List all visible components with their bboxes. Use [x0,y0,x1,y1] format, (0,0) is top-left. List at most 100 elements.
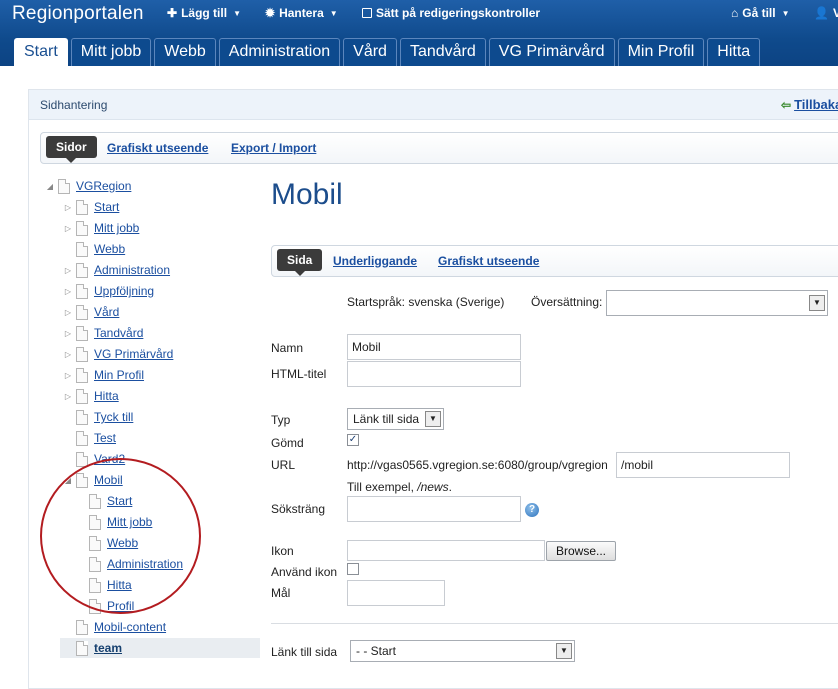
tree-node[interactable]: Webb [63,239,125,259]
page-icon [76,388,88,404]
checkmark-icon: ✓ [348,434,358,445]
page-icon [76,262,88,278]
edit-controls-toggle[interactable]: Sätt på redigeringskontroller [362,6,540,20]
translation-select[interactable]: ▼ [606,290,828,316]
start-language-label: Startspråk: svenska (Sverige) [347,295,505,309]
tree-node[interactable]: ▷ Min Profil [63,365,144,385]
collapsed-icon: ▷ [64,265,72,275]
tree-node-label[interactable]: VG Primärvård [94,347,173,361]
nav-tab-webb[interactable]: Webb [154,38,216,66]
nav-tab-min-profil[interactable]: Min Profil [617,38,705,66]
nav-tab-start[interactable]: Start [14,38,68,66]
tree-node-label[interactable]: Test [94,431,116,445]
target-field[interactable] [347,580,445,606]
tree-node-label[interactable]: Hitta [94,389,119,403]
tree-node-label[interactable]: Start [94,200,119,214]
chevron-down-icon: ▼ [329,8,338,18]
nav-tab-mitt-jobb[interactable]: Mitt jobb [70,38,152,66]
chevron-down-icon: ▼ [425,411,441,427]
use-icon-checkbox[interactable] [347,563,359,575]
manage-menu[interactable]: ✹ Hantera ▼ [265,6,338,20]
link-to-page-select[interactable]: - - Start ▼ [350,640,575,662]
tree-node-root[interactable]: ◢ VGRegion [45,176,131,196]
tree-node[interactable]: ▷ Mitt jobb [63,218,139,238]
use-icon-label: Använd ikon [271,565,338,579]
tree-node-label[interactable]: Uppföljning [94,284,154,298]
annotation-circle [40,458,201,614]
link-to-page-value: - - Start [356,644,397,658]
back-link[interactable]: ⇦ Tillbaka [781,97,838,112]
tree-node[interactable]: ▷ Start [63,197,119,217]
translation-label: Översättning: [531,295,603,309]
url-field[interactable] [616,452,790,478]
user-menu-label: V [832,6,838,20]
tab-underliggande[interactable]: Underliggande [333,254,417,268]
search-string-field[interactable] [347,496,521,522]
page-icon [76,199,88,215]
back-link-label: Tillbaka [794,97,838,112]
name-field[interactable] [347,334,521,360]
tree-node[interactable]: Mobil-content [63,617,166,637]
help-icon[interactable]: ? [525,503,539,517]
icon-file-field[interactable] [347,540,545,561]
tab-sida[interactable]: Sida [277,249,323,276]
tree-node[interactable]: ▷ Uppföljning [63,281,154,301]
tree-node-label[interactable]: Tyck till [94,410,133,424]
page-icon [76,619,88,635]
tree-node-label[interactable]: Administration [94,263,170,277]
user-menu[interactable]: 👤 V [814,6,838,20]
top-dock: Regionportalen ✚ Lägg till ▼ ✹ Hantera ▼… [0,0,838,66]
tree-node-label[interactable]: Webb [94,242,125,256]
nav-tab-hitta[interactable]: Hitta [707,38,761,66]
html-title-label: HTML-titel [271,367,327,381]
tree-node-label[interactable]: Tandvård [94,326,143,340]
icon-label: Ikon [271,544,294,558]
nav-tab-tandvard[interactable]: Tandvård [399,38,486,66]
tree-node[interactable]: ▷ Administration [63,260,170,280]
goto-menu[interactable]: ⌂ Gå till ▼ [731,6,790,20]
collapsed-icon: ▷ [64,307,72,317]
type-select[interactable]: Länk till sida ▼ [347,408,444,430]
link-to-page-label: Länk till sida [271,645,338,659]
name-label: Namn [271,341,304,355]
add-menu[interactable]: ✚ Lägg till ▼ [167,6,241,20]
tree-node-label[interactable]: Mobil-content [94,620,166,634]
tree-node-label[interactable]: Vård [94,305,119,319]
goto-menu-label: Gå till [742,6,776,20]
tree-node[interactable]: ▷ Vård [63,302,119,322]
folder-icon [58,178,70,194]
chevron-down-icon: ▼ [809,295,825,311]
tree-node-label[interactable]: team [94,641,122,655]
tree-node-selected[interactable]: team [60,638,260,658]
page-icon [76,409,88,425]
tree-node[interactable]: ▷ Hitta [63,386,119,406]
subnav-link-graphics[interactable]: Grafiskt utseende [107,141,208,155]
subnav-tab-sidor[interactable]: Sidor [46,136,97,163]
tree-node[interactable]: Test [63,428,116,448]
browse-button[interactable]: Browse... [546,541,616,561]
tab-grafiskt-utseende[interactable]: Grafiskt utseende [438,254,539,268]
nav-tab-vg-primarvard[interactable]: VG Primärvård [488,38,615,66]
hidden-checkbox[interactable]: ✓ [347,434,359,446]
tree-node[interactable]: Tyck till [63,407,133,427]
subnav-link-export-import[interactable]: Export / Import [231,141,316,155]
tree-node-label[interactable]: VGRegion [76,179,131,193]
home-icon: ⌂ [731,6,739,20]
page-management-subnav: Sidor Grafiskt utseende Export / Import [40,132,838,164]
tree-node[interactable]: ▷ Tandvård [63,323,143,343]
html-title-field[interactable] [347,361,521,387]
page-icon [76,367,88,383]
nav-tab-vard[interactable]: Vård [343,38,397,66]
collapsed-icon: ▷ [64,223,72,233]
main-nav: Start Mitt jobb Webb Administration Vård… [14,38,761,66]
collapsed-icon: ▷ [64,202,72,212]
panel-header: Sidhantering ⇦ Tillbaka [29,90,838,120]
tree-node[interactable]: ▷ VG Primärvård [63,344,173,364]
page-icon [76,241,88,257]
tree-node-label[interactable]: Mitt jobb [94,221,139,235]
tree-node-label[interactable]: Min Profil [94,368,144,382]
brand-title[interactable]: Regionportalen [12,3,144,25]
nav-tab-administration[interactable]: Administration [218,38,341,66]
collapsed-icon: ▷ [64,286,72,296]
url-prefix: http://vgas0565.vgregion.se:6080/group/v… [347,458,608,472]
